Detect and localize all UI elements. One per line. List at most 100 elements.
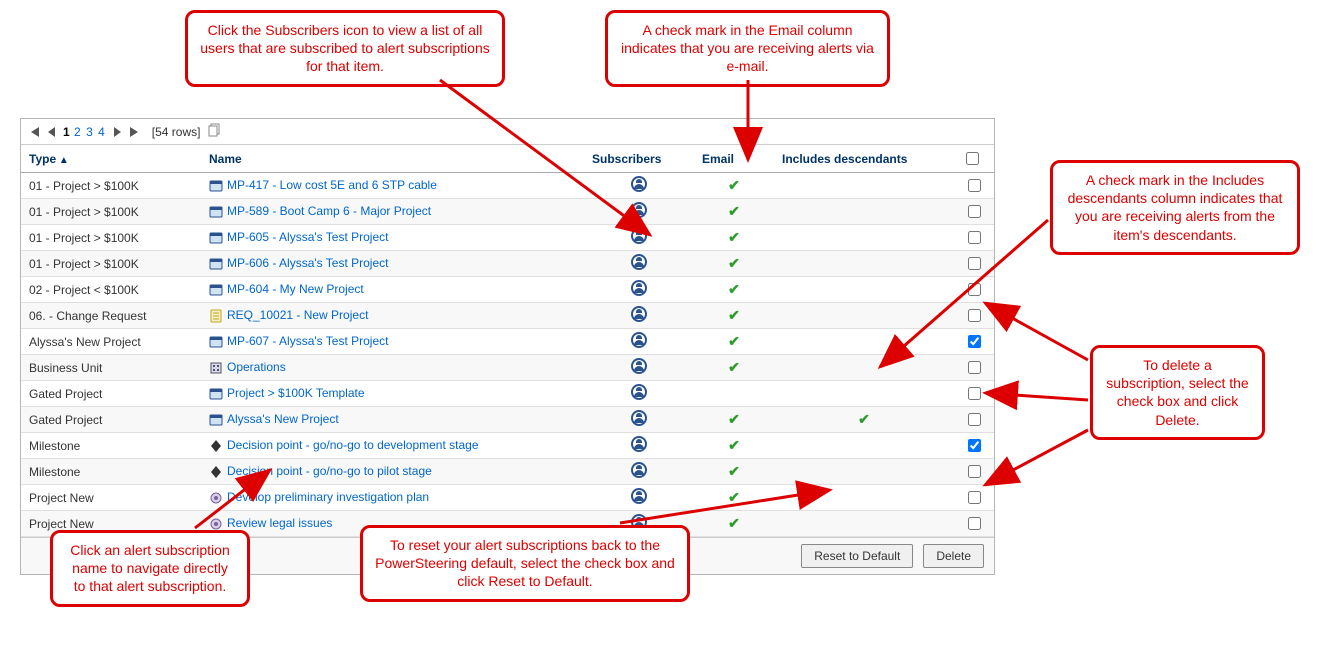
subscription-link[interactable]: MP-417 - Low cost 5E and 6 STP cable: [227, 178, 437, 192]
page-link-4[interactable]: 4: [97, 125, 106, 139]
table-row: Gated ProjectProject > $100K Template: [21, 381, 994, 407]
page-link-1: 1: [63, 125, 70, 139]
callout-name: Click an alert subscription name to navi…: [50, 530, 250, 607]
subscribers-icon[interactable]: [631, 410, 647, 426]
column-header-subscribers[interactable]: Subscribers: [584, 145, 694, 173]
select-cell: [954, 433, 994, 459]
email-cell: ✔: [694, 511, 774, 537]
table-row: Alyssa's New ProjectMP-607 - Alyssa's Te…: [21, 329, 994, 355]
row-select-checkbox[interactable]: [968, 257, 981, 270]
email-cell: ✔: [694, 225, 774, 251]
email-cell: ✔: [694, 251, 774, 277]
subscription-link[interactable]: MP-589 - Boot Camp 6 - Major Project: [227, 204, 431, 218]
email-cell: ✔: [694, 485, 774, 511]
subscription-link[interactable]: Project > $100K Template: [227, 386, 365, 400]
row-select-checkbox[interactable]: [968, 465, 981, 478]
subscribers-icon[interactable]: [631, 176, 647, 192]
subscribers-icon[interactable]: [631, 384, 647, 400]
next-page-icon[interactable]: [110, 125, 124, 139]
subscribers-icon[interactable]: [631, 306, 647, 322]
column-header-type[interactable]: Type: [21, 145, 201, 173]
project-icon: [209, 205, 223, 219]
subscribers-icon[interactable]: [631, 202, 647, 218]
type-cell: 01 - Project > $100K: [21, 173, 201, 199]
table-row: Milestone Decision point - go/no-go to pi…: [21, 459, 994, 485]
project-icon: [209, 257, 223, 271]
name-cell: Operations: [201, 355, 584, 381]
row-select-checkbox[interactable]: [968, 205, 981, 218]
subscribers-cell: [584, 225, 694, 251]
check-icon: ✔: [728, 515, 740, 531]
page-link-2[interactable]: 2: [73, 125, 82, 139]
descendants-cell: [774, 173, 954, 199]
subscription-link[interactable]: Develop preliminary investigation plan: [227, 490, 429, 504]
copy-icon[interactable]: [208, 123, 222, 140]
column-header-descendants[interactable]: Includes descendants: [774, 145, 954, 173]
table-row: Gated ProjectAlyssa's New Project✔✔: [21, 407, 994, 433]
name-cell: MP-606 - Alyssa's Test Project: [201, 251, 584, 277]
email-cell: ✔: [694, 277, 774, 303]
row-select-checkbox[interactable]: [968, 387, 981, 400]
column-header-email[interactable]: Email: [694, 145, 774, 173]
prev-page-icon[interactable]: [45, 125, 59, 139]
subscribers-icon[interactable]: [631, 488, 647, 504]
descendants-cell: [774, 485, 954, 511]
subscription-link[interactable]: Decision point - go/no-go to pilot stage: [227, 464, 432, 478]
subscribers-icon[interactable]: [631, 280, 647, 296]
subscription-link[interactable]: MP-607 - Alyssa's Test Project: [227, 334, 388, 348]
gear-icon: [209, 517, 223, 531]
subscribers-icon[interactable]: [631, 254, 647, 270]
row-select-checkbox[interactable]: [968, 491, 981, 504]
table-row: Business UnitOperations✔: [21, 355, 994, 381]
name-cell: MP-417 - Low cost 5E and 6 STP cable: [201, 173, 584, 199]
select-all-checkbox[interactable]: [966, 152, 979, 165]
subscription-link[interactable]: Alyssa's New Project: [227, 412, 339, 426]
email-cell: ✔: [694, 433, 774, 459]
subscribers-icon[interactable]: [631, 228, 647, 244]
email-cell: ✔: [694, 199, 774, 225]
project-icon: [209, 231, 223, 245]
row-select-checkbox[interactable]: [968, 413, 981, 426]
column-header-name[interactable]: Name: [201, 145, 584, 173]
subscribers-cell: [584, 251, 694, 277]
subscription-link[interactable]: REQ_10021 - New Project: [227, 308, 368, 322]
subscribers-cell: [584, 485, 694, 511]
subscription-link[interactable]: MP-606 - Alyssa's Test Project: [227, 256, 388, 270]
type-cell: 02 - Project < $100K: [21, 277, 201, 303]
last-page-icon[interactable]: [128, 125, 142, 139]
subscribers-icon[interactable]: [631, 462, 647, 478]
row-select-checkbox[interactable]: [968, 517, 981, 530]
check-icon: ✔: [728, 463, 740, 479]
descendants-cell: [774, 381, 954, 407]
descendants-cell: [774, 277, 954, 303]
type-cell: Milestone: [21, 459, 201, 485]
select-cell: [954, 199, 994, 225]
reset-button[interactable]: Reset to Default: [801, 544, 913, 568]
row-select-checkbox[interactable]: [968, 179, 981, 192]
row-select-checkbox[interactable]: [968, 283, 981, 296]
subscription-link[interactable]: Decision point - go/no-go to development…: [227, 438, 479, 452]
descendants-cell: [774, 355, 954, 381]
email-cell: ✔: [694, 173, 774, 199]
table-row: 01 - Project > $100K MP-417 - Low cost 5E…: [21, 173, 994, 199]
subscription-link[interactable]: MP-604 - My New Project: [227, 282, 364, 296]
select-cell: [954, 485, 994, 511]
subscribers-icon[interactable]: [631, 436, 647, 452]
delete-button[interactable]: Delete: [923, 544, 984, 568]
subscription-link[interactable]: MP-605 - Alyssa's Test Project: [227, 230, 388, 244]
subscription-link[interactable]: Review legal issues: [227, 516, 332, 530]
row-select-checkbox[interactable]: [968, 231, 981, 244]
milestone-icon: [209, 439, 223, 453]
page-link-3[interactable]: 3: [85, 125, 94, 139]
subscribers-icon[interactable]: [631, 332, 647, 348]
row-select-checkbox[interactable]: [968, 439, 981, 452]
first-page-icon[interactable]: [27, 125, 41, 139]
row-select-checkbox[interactable]: [968, 361, 981, 374]
subscribers-icon[interactable]: [631, 358, 647, 374]
email-cell: ✔: [694, 303, 774, 329]
page-number-links: 1 2 3 4: [63, 125, 106, 139]
row-select-checkbox[interactable]: [968, 309, 981, 322]
subscription-link[interactable]: Operations: [227, 360, 286, 374]
row-select-checkbox[interactable]: [968, 335, 981, 348]
subscribers-cell: [584, 433, 694, 459]
